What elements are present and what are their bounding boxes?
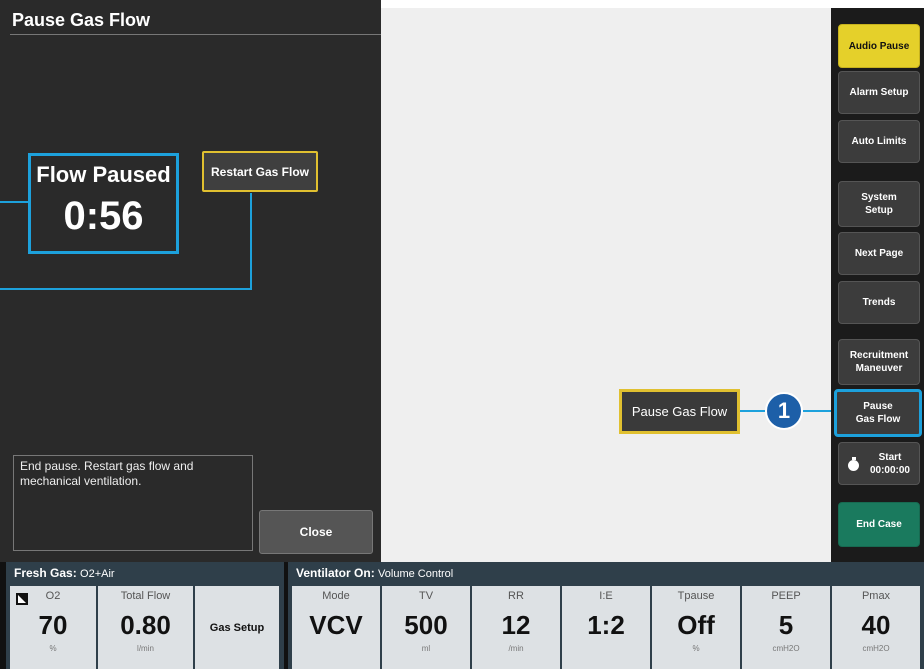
ventilator-label: Ventilator On <box>296 566 371 580</box>
param-label: I:E <box>599 590 613 602</box>
param-unit: cmH2O <box>772 644 800 653</box>
ventilator-param-ie[interactable]: I:E 1:2 <box>562 586 651 669</box>
stopwatch-icon <box>847 456 860 471</box>
fresh-gas-panel: Fresh Gas: O2+Air O2 70 % Total Flow 0.8… <box>6 562 284 669</box>
param-value: VCV <box>309 610 363 640</box>
callout-line-restart-horizontal <box>0 288 252 290</box>
ventilator-param-tv[interactable]: TV 500 ml <box>382 586 471 669</box>
param-label: Tpause <box>677 590 715 602</box>
param-value: 12 <box>501 610 531 640</box>
ventilator-param-rr[interactable]: RR 12 /min <box>472 586 561 669</box>
gas-setup-button[interactable]: Gas Setup <box>195 586 280 669</box>
ventilator-param-peep[interactable]: PEEP 5 cmH2O <box>742 586 831 669</box>
end-case-button[interactable]: End Case <box>838 502 920 547</box>
o2-unit: % <box>49 644 57 653</box>
case-timer-button[interactable]: Start 00:00:00 <box>838 442 920 485</box>
callout-marker: 1 <box>765 392 803 430</box>
ventilator-mode-name: Volume Control <box>378 568 454 580</box>
timer-value: 0:56 <box>63 194 144 238</box>
param-label: PEEP <box>771 590 801 602</box>
param-label: Mode <box>322 590 350 602</box>
close-button[interactable]: Close <box>259 510 373 554</box>
param-value: 500 <box>404 610 448 640</box>
total-flow-label: Total Flow <box>120 590 171 602</box>
bottom-parameter-bar: Fresh Gas: O2+Air O2 70 % Total Flow 0.8… <box>0 562 924 669</box>
param-unit: % <box>692 644 700 653</box>
callout-line-tooltip <box>740 410 765 412</box>
dialog-title: Pause Gas Flow <box>12 10 151 30</box>
param-label: TV <box>418 590 434 602</box>
title-divider <box>10 34 381 35</box>
total-flow-cell[interactable]: Total Flow 0.80 l/min <box>98 586 194 669</box>
o2-value: 70 <box>38 610 68 640</box>
trends-button[interactable]: Trends <box>838 281 920 324</box>
fresh-gas-title: Fresh Gas: O2+Air <box>14 566 115 580</box>
ventilator-param-pmax[interactable]: Pmax 40 cmH2O <box>832 586 920 669</box>
fresh-gas-label: Fresh Gas <box>14 566 73 580</box>
ventilator-title: Ventilator On: Volume Control <box>296 566 454 580</box>
recruitment-maneuver-button[interactable]: Recruitment Maneuver <box>838 339 920 385</box>
next-page-button[interactable]: Next Page <box>838 232 920 275</box>
total-flow-unit: l/min <box>137 644 154 653</box>
content-area <box>381 8 831 562</box>
timer-label: Flow Paused <box>36 162 171 187</box>
param-value: 5 <box>778 610 794 640</box>
timer-time: 00:00:00 <box>869 464 910 476</box>
audio-pause-button[interactable]: Audio Pause <box>838 24 920 68</box>
param-label: Pmax <box>861 590 891 602</box>
timer-start-label: Start <box>878 451 902 463</box>
pause-gas-flow-button[interactable]: Pause Gas Flow <box>834 389 922 437</box>
callout-line-timer <box>0 201 28 203</box>
param-value: Off <box>677 610 715 640</box>
alarm-setup-button[interactable]: Alarm Setup <box>838 71 920 114</box>
param-unit: /min <box>508 644 524 653</box>
ventilator-param-mode[interactable]: Mode VCV <box>292 586 381 669</box>
pause-gas-flow-tooltip: Pause Gas Flow <box>619 389 740 434</box>
o2-cell[interactable]: O2 70 % <box>10 586 97 669</box>
system-setup-button[interactable]: System Setup <box>838 181 920 227</box>
restart-gas-flow-button[interactable]: Restart Gas Flow <box>202 151 318 192</box>
ventilator-param-tpause[interactable]: Tpause Off % <box>652 586 741 669</box>
param-value: 1:2 <box>587 610 625 640</box>
total-flow-value: 0.80 <box>120 610 171 640</box>
param-value: 40 <box>861 610 891 640</box>
param-label: RR <box>508 590 524 602</box>
pause-gas-flow-dialog: Pause Gas Flow Flow Paused 0:56 Restart … <box>0 0 381 562</box>
auto-limits-button[interactable]: Auto Limits <box>838 120 920 163</box>
right-sidebar: Audio Pause Alarm Setup Auto Limits Syst… <box>831 8 924 562</box>
param-unit: ml <box>421 644 431 653</box>
o2-flag-icon <box>16 593 28 605</box>
flow-paused-timer: Flow Paused 0:56 <box>28 153 179 254</box>
param-unit: cmH2O <box>862 644 890 653</box>
case-timer-text: Start 00:00:00 <box>870 451 910 477</box>
ventilator-panel: Ventilator On: Volume Control Mode VCV T… <box>288 562 924 669</box>
fresh-gas-mix: O2+Air <box>80 568 115 580</box>
callout-line-restart-vertical <box>250 193 252 290</box>
help-text-box: End pause. Restart gas flow and mechanic… <box>13 455 253 551</box>
